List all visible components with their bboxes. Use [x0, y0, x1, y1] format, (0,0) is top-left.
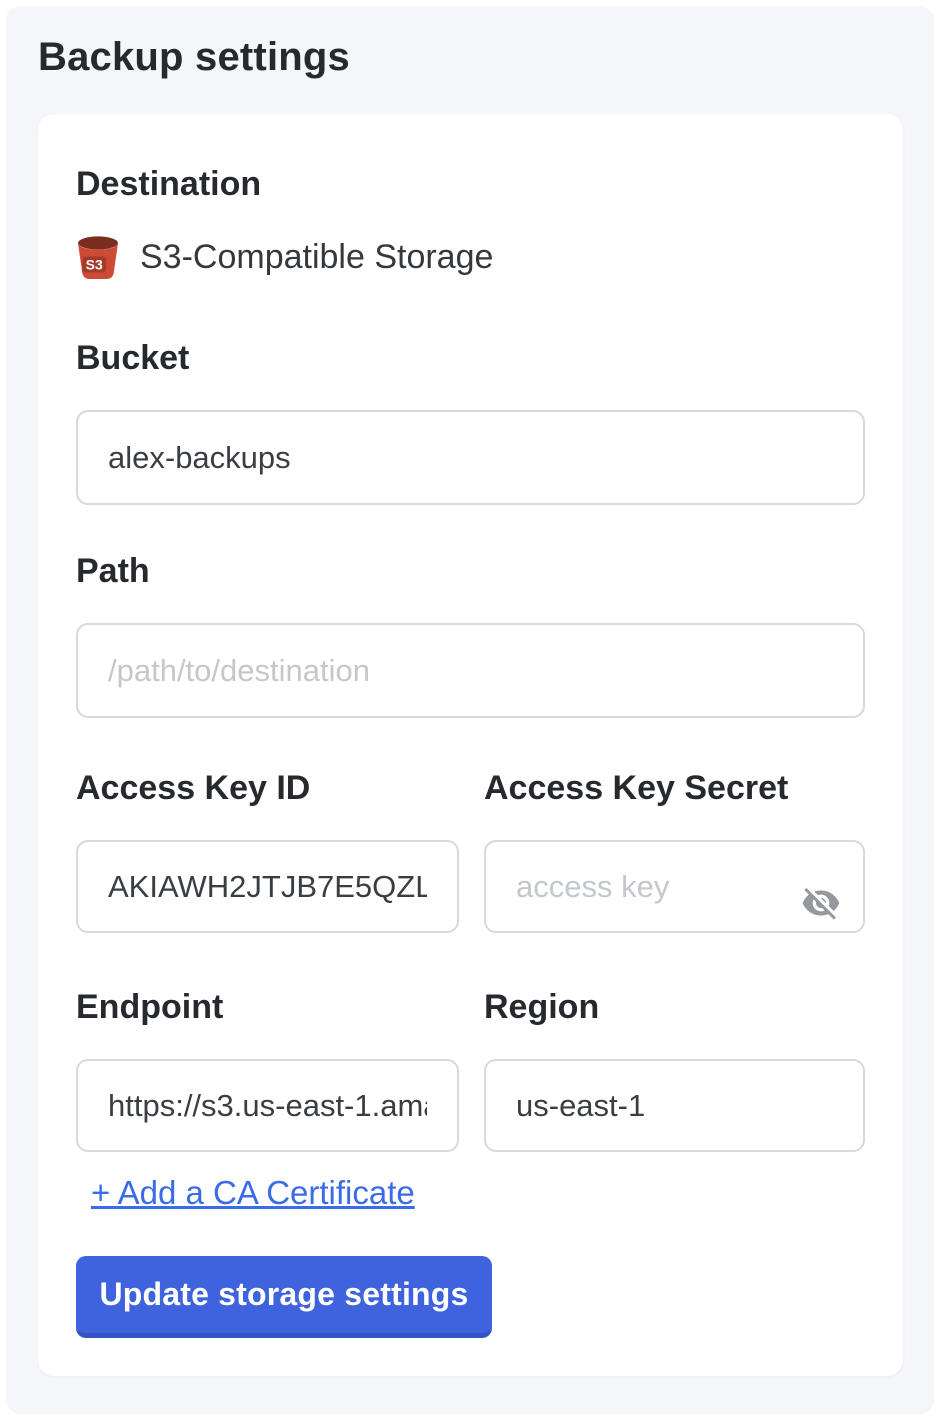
toggle-secret-visibility-button[interactable] — [799, 881, 843, 925]
destination-label: Destination — [76, 164, 865, 204]
s3-bucket-icon: S3 — [76, 234, 120, 280]
path-label: Path — [76, 551, 865, 591]
access-key-secret-field: Access Key Secret — [484, 768, 865, 933]
backup-settings-card: Destination S3 S3-Compatible Storage Buc… — [38, 114, 903, 1376]
endpoint-region-row: Endpoint Region — [76, 987, 865, 1152]
access-key-id-field: Access Key ID — [76, 768, 459, 933]
region-input[interactable] — [484, 1059, 865, 1152]
endpoint-field: Endpoint — [76, 987, 459, 1152]
access-keys-row: Access Key ID Access Key Secret — [76, 768, 865, 933]
add-ca-certificate-link[interactable]: + Add a CA Certificate — [91, 1174, 415, 1212]
destination-value-row: S3 S3-Compatible Storage — [76, 234, 865, 280]
region-label: Region — [484, 987, 865, 1027]
access-key-id-label: Access Key ID — [76, 768, 459, 808]
path-input[interactable] — [76, 623, 865, 718]
bucket-label: Bucket — [76, 338, 865, 378]
bucket-input[interactable] — [76, 410, 865, 505]
destination-value: S3-Compatible Storage — [140, 238, 493, 277]
access-key-secret-label: Access Key Secret — [484, 768, 865, 808]
backup-settings-page: Backup settings Destination S3 S3-Compat… — [6, 6, 934, 1414]
endpoint-label: Endpoint — [76, 987, 459, 1027]
page-title: Backup settings — [38, 32, 934, 82]
eye-off-icon — [801, 883, 841, 923]
svg-text:S3: S3 — [86, 256, 103, 272]
endpoint-input[interactable] — [76, 1059, 459, 1152]
region-field: Region — [484, 987, 865, 1152]
update-storage-settings-button[interactable]: Update storage settings — [76, 1256, 492, 1338]
access-key-id-input[interactable] — [76, 840, 459, 933]
